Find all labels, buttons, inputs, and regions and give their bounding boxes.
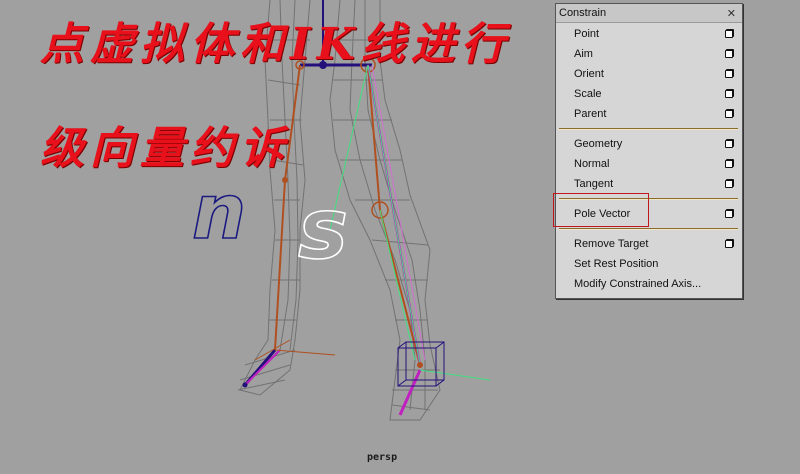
menu-item-geometry[interactable]: Geometry [556, 134, 742, 154]
option-box-icon[interactable] [725, 30, 733, 38]
option-box-icon[interactable] [725, 180, 733, 188]
menu-item-tangent[interactable]: Tangent [556, 174, 742, 194]
menu-item-orient[interactable]: Orient [556, 64, 742, 84]
menu-item-normal[interactable]: Normal [556, 154, 742, 174]
option-box-icon[interactable] [725, 50, 733, 58]
menu-item-pole-vector[interactable]: Pole Vector [556, 204, 742, 224]
text-curve-n[interactable]: n [191, 166, 247, 257]
option-box-icon[interactable] [725, 70, 733, 78]
menu-item-label: Point [574, 28, 600, 40]
menu-header[interactable]: Constrain ✕ [556, 4, 742, 23]
option-box-icon[interactable] [725, 210, 733, 218]
menu-item-label: Parent [574, 108, 607, 120]
option-box-icon[interactable] [725, 140, 733, 148]
menu-item-modify-constrained-axis[interactable]: Modify Constrained Axis... [556, 274, 742, 294]
pole-vector-lines [329, 64, 491, 381]
menu-item-label: Scale [574, 88, 602, 100]
menu-item-remove-target[interactable]: Remove Target [556, 234, 742, 254]
menu-item-label: Pole Vector [574, 208, 631, 220]
menu-divider [559, 228, 738, 230]
overlay-caption-line1: 点虚拟体和IK线进行 [40, 19, 511, 70]
menu-item-point[interactable]: Point [556, 24, 742, 44]
menu-title: Constrain [559, 7, 607, 19]
camera-label: persp [367, 452, 398, 463]
menu-item-label: Modify Constrained Axis... [574, 278, 702, 290]
menu-item-label: Set Rest Position [574, 258, 659, 270]
menu-item-aim[interactable]: Aim [556, 44, 742, 64]
menu-item-label: Remove Target [574, 238, 649, 250]
constrain-menu: Constrain ✕ Point Aim Orient Scale Paren… [555, 3, 743, 299]
option-box-icon[interactable] [725, 110, 733, 118]
menu-item-label: Normal [574, 158, 610, 170]
option-box-icon[interactable] [725, 90, 733, 98]
close-x-icon[interactable]: ✕ [727, 7, 736, 20]
option-box-icon[interactable] [725, 160, 733, 168]
menu-item-label: Tangent [574, 178, 614, 190]
text-curve-s[interactable]: s [297, 179, 349, 279]
menu-item-label: Geometry [574, 138, 623, 150]
menu-divider [559, 128, 738, 130]
menu-item-label: Aim [574, 48, 593, 60]
overlay-caption-line2: 级向量约诉 [40, 123, 290, 174]
option-box-icon[interactable] [725, 240, 733, 248]
menu-item-parent[interactable]: Parent [556, 104, 742, 124]
foot-locators[interactable] [242, 339, 424, 388]
menu-divider [559, 198, 738, 200]
menu-item-label: Orient [574, 68, 604, 80]
menu-item-set-rest-position[interactable]: Set Rest Position [556, 254, 742, 274]
menu-item-scale[interactable]: Scale [556, 84, 742, 104]
